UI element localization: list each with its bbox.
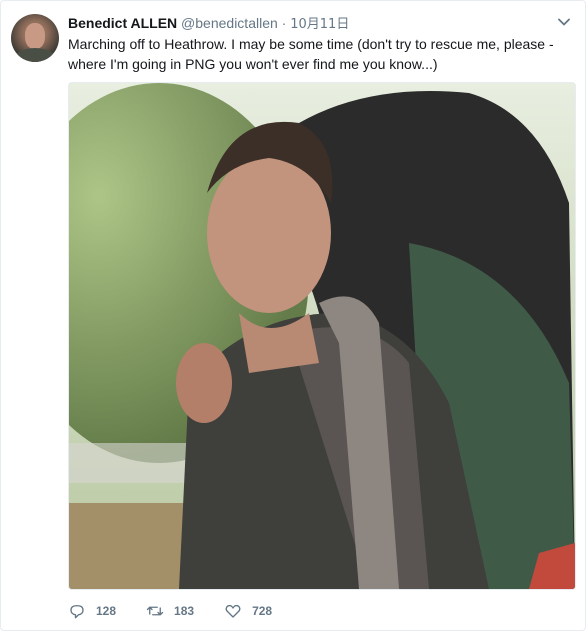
heart-icon bbox=[225, 604, 241, 618]
avatar-shoulders bbox=[15, 48, 55, 62]
photo-illustration bbox=[69, 83, 575, 589]
separator-dot: · bbox=[281, 15, 287, 31]
retweet-count: 183 bbox=[174, 604, 195, 618]
author-name[interactable]: Benedict ALLEN bbox=[68, 15, 177, 31]
reply-button[interactable]: 128 bbox=[68, 602, 116, 620]
chevron-down-icon[interactable] bbox=[557, 15, 571, 29]
retweet-icon bbox=[146, 606, 164, 616]
like-button[interactable]: 728 bbox=[224, 602, 272, 620]
reply-icon bbox=[70, 605, 84, 619]
author-handle[interactable]: @benedictallen bbox=[181, 15, 278, 31]
tweet-date[interactable]: 10月11日 bbox=[290, 17, 349, 32]
retweet-button[interactable]: 183 bbox=[146, 602, 194, 620]
tweet-card[interactable]: Benedict ALLEN @benedictallen · 10月11日 M… bbox=[0, 0, 586, 631]
tweet-header: Benedict ALLEN @benedictallen · 10月11日 bbox=[68, 14, 555, 34]
tweet-actions: 128 183 728 bbox=[68, 602, 302, 620]
tweet-photo[interactable] bbox=[68, 82, 576, 590]
reply-count: 128 bbox=[96, 604, 117, 618]
tweet-text: Marching off to Heathrow. I may be some … bbox=[68, 36, 554, 72]
like-count: 728 bbox=[252, 604, 273, 618]
avatar[interactable] bbox=[11, 14, 59, 62]
avatar-face bbox=[25, 23, 45, 49]
